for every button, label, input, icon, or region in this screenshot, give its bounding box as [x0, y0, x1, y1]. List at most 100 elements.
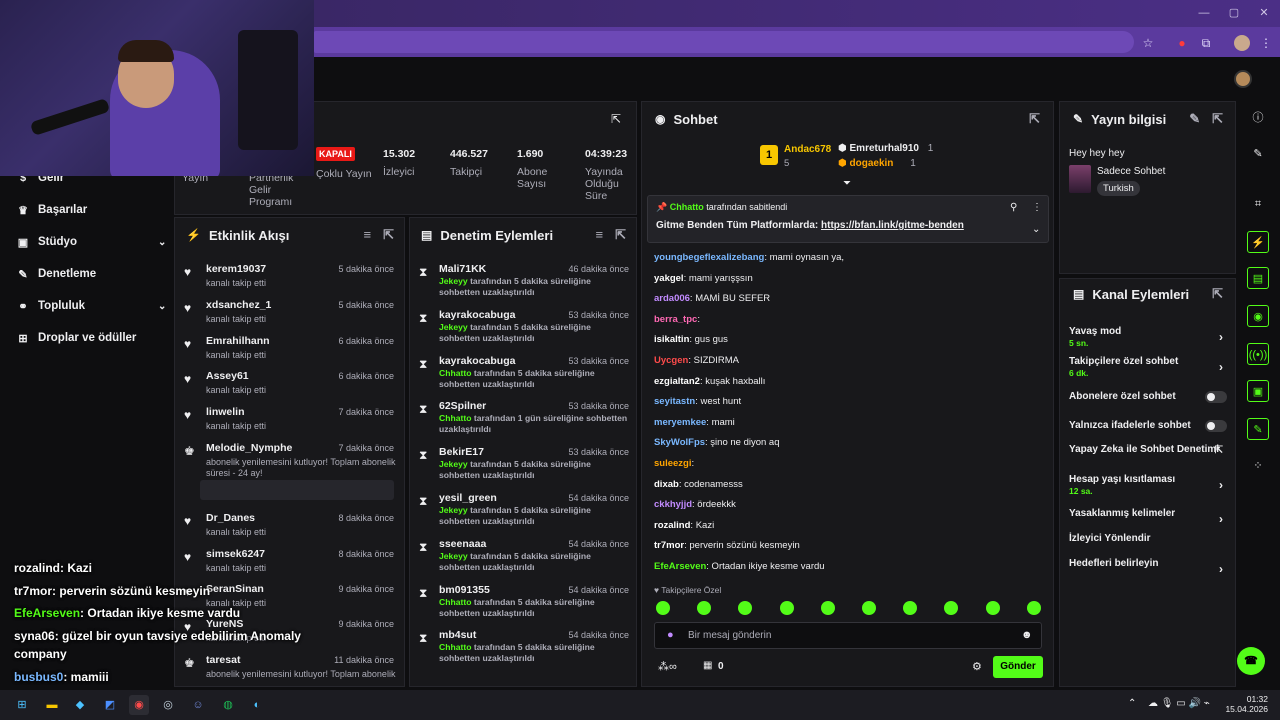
chat-username[interactable]: ezgialtan2	[654, 376, 700, 387]
activity-username[interactable]: Emrahilhann	[206, 335, 270, 347]
chevron-right-icon[interactable]: ›	[1219, 512, 1223, 526]
external-link-icon[interactable]: ⇱	[1215, 445, 1223, 456]
bolt-icon[interactable]: ⚡	[1247, 231, 1269, 253]
minimize-button[interactable]: —	[1196, 6, 1212, 20]
chevron-right-icon[interactable]: ›	[1219, 330, 1223, 344]
moderator-name[interactable]: Jekeyy	[439, 459, 468, 469]
moderation-username[interactable]: Mali71KK	[439, 263, 486, 275]
leader-row[interactable]: ⬢ Emreturhal910 1	[838, 143, 933, 154]
menu-icon[interactable]: ⋮	[1258, 35, 1274, 51]
leader-row[interactable]: ⬢ dogaekin 1	[838, 158, 916, 169]
moderation-username[interactable]: BekirE17	[439, 446, 484, 458]
popout-icon[interactable]: ⇱	[611, 112, 621, 126]
chat-username[interactable]: berra_tpc	[654, 314, 697, 325]
popout-icon[interactable]: ⇱	[615, 227, 626, 243]
activity-item[interactable]: ♥ kerem19037 kanalı takip etti 5 dakika önc…	[184, 263, 394, 299]
popout-icon[interactable]: ⇱	[1212, 286, 1223, 302]
info-icon[interactable]: ⓘ	[1247, 107, 1269, 129]
moderation-item[interactable]: ⧗ BekirE17 53 dakika önce Jekeyy tarafından…	[419, 446, 629, 492]
chevron-right-icon[interactable]: ›	[1219, 360, 1223, 374]
capture-icon[interactable]: ⌗	[1247, 193, 1269, 215]
sidebar-item-studio[interactable]: ▣ Stüdyo ⌄	[16, 232, 167, 252]
broadcast-icon[interactable]: ((•))	[1247, 343, 1269, 365]
activity-item[interactable]: ♥ simsek6247 kanalı takip etti 8 dakika önc…	[184, 548, 394, 584]
moderator-name[interactable]: Chhatto	[439, 597, 471, 607]
filter-icon[interactable]: ≡	[596, 227, 604, 243]
chat-username[interactable]: isikaltin	[654, 334, 689, 345]
moderation-username[interactable]: yesil_green	[439, 492, 497, 504]
chat-username[interactable]: seyitastn	[654, 396, 695, 407]
chevron-down-icon[interactable]: ⌄	[1032, 224, 1040, 235]
activity-username[interactable]: taresat	[206, 654, 240, 666]
extensions-icon[interactable]: ⧉	[1198, 35, 1214, 51]
steam-icon[interactable]: ◎	[158, 695, 178, 715]
chat-username[interactable]: Uycgen	[654, 355, 688, 366]
profile-avatar[interactable]	[1234, 35, 1250, 51]
moderator-name[interactable]: Jekeyy	[439, 322, 468, 332]
chat-username[interactable]: ckkhyjjd	[654, 499, 692, 510]
discord-icon[interactable]: ☺	[188, 695, 208, 715]
sidebar-item-community[interactable]: ⚭ Topluluk ⌄	[16, 296, 166, 316]
moderation-item[interactable]: ⧗ Mali71KK 46 dakika önce Jekeyy tarafından…	[419, 263, 629, 309]
unpin-icon[interactable]: ⚲	[1010, 202, 1017, 213]
moderator-name[interactable]: Chhatto	[439, 368, 471, 378]
moderation-item[interactable]: ⧗ sseenaaa 54 dakika önce Jekeyy tarafından…	[419, 538, 629, 584]
send-button[interactable]: Gönder	[993, 656, 1043, 678]
channel-action-item[interactable]: Hedefleri belirleyin ›	[1069, 558, 1227, 580]
chat-username[interactable]: meryemkee	[654, 417, 706, 428]
address-bar[interactable]	[314, 31, 1134, 53]
chat-username[interactable]: tr7mor	[654, 540, 684, 551]
emote-icon[interactable]	[985, 601, 1000, 615]
chevron-right-icon[interactable]: ›	[1219, 478, 1223, 492]
chat-username[interactable]: youngbegeflexalizebang	[654, 252, 764, 263]
toggle-switch[interactable]	[1205, 420, 1227, 432]
emote-icon[interactable]	[779, 601, 794, 615]
moderation-item[interactable]: ⧗ kayrakocabuga 53 dakika önce Chhatto tara…	[419, 355, 629, 401]
activity-username[interactable]: SeranSinan	[206, 583, 264, 595]
activity-username[interactable]: kerem19037	[206, 263, 266, 275]
collapse-icon[interactable]: ⏷	[843, 178, 851, 189]
grid-icon[interactable]: ⁘	[1247, 455, 1269, 477]
moderation-item[interactable]: ⧗ kayrakocabuga 53 dakika önce Jekeyy taraf…	[419, 309, 629, 355]
close-window-button[interactable]: ✕	[1256, 6, 1272, 20]
mic-icon[interactable]: ●	[667, 629, 674, 641]
chat-icon[interactable]: ◉	[1247, 305, 1269, 327]
activity-item[interactable]: ♚ taresat abonelik yenilemesini kutluyor! …	[184, 654, 395, 690]
emote-icon[interactable]	[820, 601, 835, 615]
activity-item[interactable]: ♥ linwelin kanalı takip etti 7 dakika önce	[184, 406, 394, 442]
tag-badge[interactable]: Turkish	[1097, 181, 1140, 196]
sidebar-item-achievements[interactable]: ♛ Başarılar	[16, 200, 87, 220]
app-icon[interactable]: ◐	[247, 695, 267, 715]
tray-icons[interactable]: ☁ 🎙 ▭ 🔊 ⌁	[1148, 698, 1210, 709]
channel-action-item[interactable]: Yasaklanmış kelimeler ›	[1069, 508, 1227, 530]
moderation-username[interactable]: kayrakocabuga	[439, 309, 515, 321]
emote-icon[interactable]	[862, 601, 876, 615]
outlook-icon[interactable]: ◩	[100, 695, 120, 715]
activity-username[interactable]: linwelin	[206, 406, 245, 418]
chat-username[interactable]: dixab	[654, 479, 679, 490]
activity-username[interactable]: simsek6247	[206, 548, 265, 560]
channel-action-item[interactable]: Abonelere özel sohbet	[1069, 391, 1227, 413]
activity-username[interactable]: Assey61	[206, 370, 249, 382]
activity-username[interactable]: xdsanchez_1	[206, 299, 271, 311]
moderation-username[interactable]: mb4sut	[439, 629, 476, 641]
more-icon[interactable]: ⋮	[1032, 202, 1042, 213]
emote-icon[interactable]	[656, 601, 670, 615]
chat-username[interactable]: yakgel	[654, 273, 684, 284]
filter-icon[interactable]: ≡	[364, 227, 372, 243]
moderator-name[interactable]: Jekeyy	[439, 505, 468, 515]
leader-name[interactable]: Andac678	[784, 144, 831, 155]
moderation-username[interactable]: bm091355	[439, 584, 490, 596]
toolbox-icon[interactable]: ▣	[1247, 380, 1269, 402]
clock[interactable]: 01:32 15.04.2026	[1224, 694, 1268, 714]
category-name[interactable]: Sadece Sohbet	[1097, 166, 1165, 177]
chevron-right-icon[interactable]: ›	[1219, 562, 1223, 576]
channel-action-item[interactable]: Yapay Zeka ile Sohbet Denetimi ⇱	[1069, 444, 1227, 466]
edit-icon[interactable]: ✎	[1247, 143, 1269, 165]
channel-action-item[interactable]: Takipçilere özel sohbet 6 dk. ›	[1069, 356, 1227, 378]
spotify-icon[interactable]: ◍	[218, 695, 238, 715]
moderation-username[interactable]: kayrakocabuga	[439, 355, 515, 367]
tray-chevron-icon[interactable]: ⌃	[1128, 698, 1136, 709]
moderation-item[interactable]: ⧗ yesil_green 54 dakika önce Jekeyy tarafın…	[419, 492, 629, 538]
store-icon[interactable]: ▦	[703, 660, 712, 671]
